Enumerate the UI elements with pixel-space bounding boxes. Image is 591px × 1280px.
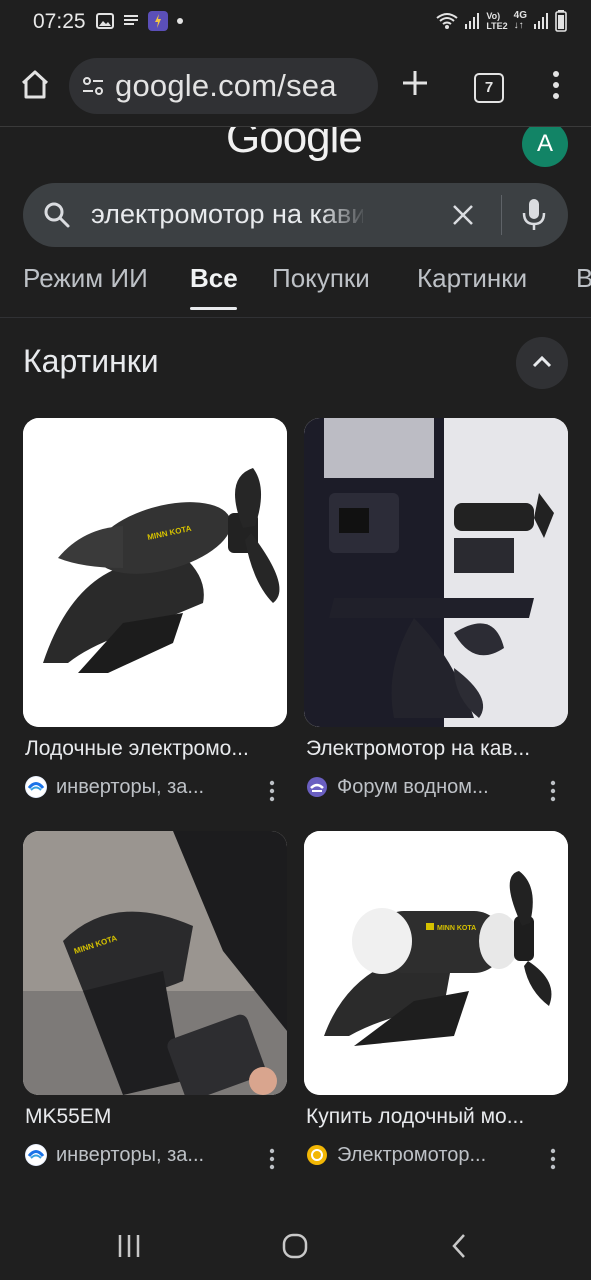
result-source-label: Форум водном... (337, 775, 489, 798)
status-bar: 07:25 Vo) LTE2 4G ↓↑ (0, 0, 591, 46)
gallery-icon (96, 13, 114, 29)
motor-image: MINN KOTA (23, 418, 287, 727)
tab-ai-mode[interactable]: Режим ИИ (23, 263, 148, 294)
result-caption[interactable]: MK55EM (25, 1105, 111, 1129)
forum-purple-icon (306, 776, 328, 798)
result-caption[interactable]: Купить лодочный мо... (306, 1105, 524, 1129)
more-vert-icon[interactable] (269, 1148, 275, 1170)
images-section-title: Картинки (23, 343, 159, 379)
signal-icon-1 (465, 13, 480, 29)
tab-images[interactable]: Картинки (417, 263, 527, 294)
browser-toolbar: google.com/sea 7 (0, 46, 591, 127)
image-thumbnail[interactable] (304, 418, 568, 727)
notes-icon (124, 15, 138, 25)
avatar[interactable]: A (522, 127, 568, 167)
swirl-blue-icon (25, 776, 47, 798)
active-tab-indicator (190, 307, 237, 310)
outboard-motor-image (304, 418, 568, 727)
tabs-divider (0, 317, 591, 318)
address-bar[interactable]: google.com/sea (69, 58, 378, 114)
recent-apps-icon[interactable] (117, 1233, 141, 1259)
home-nav-icon[interactable] (281, 1232, 309, 1260)
yellow-circle-icon (306, 1144, 328, 1166)
result-caption[interactable]: Лодочные электромо... (25, 737, 249, 761)
clear-icon[interactable] (451, 203, 475, 227)
network-type: 4G ↓↑ (514, 11, 527, 31)
more-vert-icon[interactable] (550, 70, 562, 100)
search-icon (44, 202, 70, 228)
result-source[interactable]: Электромотор... (306, 1143, 486, 1167)
swirl-blue-icon (25, 1144, 47, 1166)
result-caption[interactable]: Электромотор на кав... (306, 737, 530, 761)
more-vert-icon[interactable] (550, 780, 556, 802)
search-box[interactable]: электромотор на кавит (23, 183, 568, 247)
tab-more[interactable]: В (576, 263, 591, 294)
new-tab-icon[interactable] (400, 68, 430, 98)
google-logo[interactable]: Google (226, 127, 363, 163)
system-navigation-bar (0, 1215, 591, 1280)
url-text: google.com/sea (115, 68, 337, 103)
search-results-page: Google A электромотор на кавит Режим ИИ … (0, 127, 591, 1215)
volte-label: Vo) (486, 11, 501, 21)
image-thumbnail[interactable]: MINN KOTA (304, 831, 568, 1095)
result-source-label: инверторы, за... (56, 1143, 205, 1166)
site-settings-icon[interactable] (81, 74, 105, 98)
dot-icon (177, 18, 183, 24)
result-source[interactable]: инверторы, за... (25, 775, 204, 799)
image-thumbnail[interactable]: MINN KOTA (23, 418, 287, 727)
more-vert-icon[interactable] (550, 1148, 556, 1170)
tab-switcher-button[interactable]: 7 (474, 73, 504, 103)
signal-icon-2 (534, 13, 548, 29)
tab-shopping[interactable]: Покупки (272, 263, 370, 294)
search-divider (501, 195, 502, 235)
wifi-icon (436, 13, 458, 29)
more-vert-icon[interactable] (269, 780, 275, 802)
lte-label: LTE2 (486, 21, 508, 31)
image-thumbnail[interactable]: MINN KOTA (23, 831, 287, 1095)
data-arrows-icon: ↓↑ (513, 20, 524, 31)
tab-all[interactable]: Все (190, 263, 238, 294)
network-label: Vo) LTE2 (486, 11, 507, 31)
status-time: 07:25 (33, 10, 86, 33)
battery-icon (555, 10, 567, 32)
back-icon[interactable] (450, 1232, 468, 1260)
result-source[interactable]: Форум водном... (306, 775, 489, 799)
motor-in-hand-image: MINN KOTA (23, 831, 287, 1095)
collapse-chevron-up-icon[interactable] (516, 337, 568, 389)
svg-text:MINN KOTA: MINN KOTA (437, 925, 476, 932)
result-source-label: Электромотор... (337, 1143, 487, 1166)
motor-white-nose-image: MINN KOTA (304, 831, 568, 1095)
home-icon[interactable] (18, 68, 52, 102)
app-notification-icon (148, 11, 168, 31)
result-source[interactable]: инверторы, за... (25, 1143, 204, 1167)
search-fade (319, 183, 369, 247)
mic-icon[interactable] (519, 197, 549, 233)
result-source-label: инверторы, за... (56, 775, 205, 798)
